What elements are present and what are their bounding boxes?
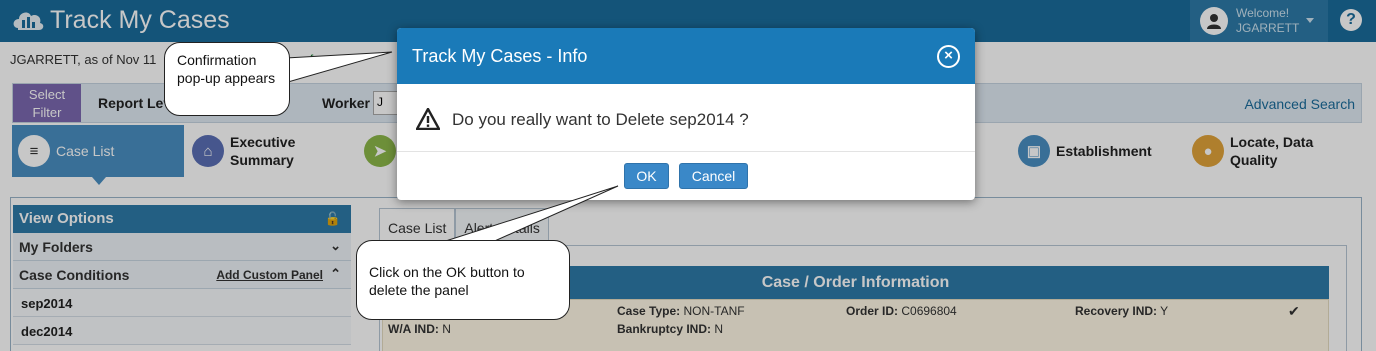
confirm-dialog: Track My Cases - Info × Do you really wa… bbox=[397, 28, 975, 200]
ok-button[interactable]: OK bbox=[624, 163, 669, 189]
help-icon[interactable]: ? bbox=[1340, 9, 1362, 31]
field-value: Y bbox=[1157, 304, 1169, 318]
list-item[interactable]: sep2014 bbox=[13, 289, 351, 317]
dialog-body: Do you really want to Delete sep2014 ? bbox=[397, 84, 975, 152]
cloud-chart-icon bbox=[13, 12, 44, 31]
field-value: NON-TANF bbox=[680, 304, 745, 318]
case-conditions-label: Case Conditions bbox=[19, 267, 130, 283]
app-title: Track My Cases bbox=[50, 5, 230, 34]
app-page: Track My Cases Welcome! JGARRETT ? JGARR… bbox=[0, 0, 1376, 351]
as-of-text: JGARRETT, as of Nov 11 bbox=[10, 52, 157, 67]
my-folders-label: My Folders bbox=[19, 239, 93, 255]
map-pin-icon: ● bbox=[1192, 135, 1224, 167]
report-level-label: Report Lev bbox=[98, 95, 172, 111]
wa-ind-field: W/A IND: N bbox=[388, 322, 451, 336]
dialog-message: Do you really want to Delete sep2014 ? bbox=[452, 110, 749, 129]
unlock-icon[interactable]: 🔓 bbox=[325, 211, 341, 227]
bankruptcy-ind-field: Bankruptcy IND: N bbox=[617, 322, 723, 336]
home-icon: ⌂ bbox=[192, 135, 224, 167]
user-menu[interactable]: Welcome! JGARRETT bbox=[1190, 0, 1328, 42]
nav-label: Case List bbox=[56, 143, 115, 159]
my-folders-row[interactable]: My Folders ⌄ bbox=[13, 233, 351, 261]
dialog-title: Track My Cases - Info bbox=[412, 46, 588, 66]
view-options-title: View Options bbox=[19, 210, 114, 227]
content-area: View Options 🔓 My Folders ⌄ Case Conditi… bbox=[10, 197, 1362, 351]
callout-confirmation: Confirmation pop-up appears bbox=[164, 42, 290, 116]
field-label: Order ID: bbox=[846, 304, 899, 318]
field-value: N bbox=[438, 322, 451, 336]
field-label: Case Type: bbox=[617, 304, 681, 318]
chevron-double-down-icon[interactable]: ⌄ bbox=[330, 238, 341, 254]
list-icon: ≡ bbox=[18, 135, 50, 167]
nav-label: Executive Summary bbox=[230, 134, 296, 168]
case-type-field: Case Type: NON-TANF bbox=[617, 304, 745, 318]
nav-label: Locate, Data Quality bbox=[1230, 134, 1314, 168]
add-custom-panel-link[interactable]: Add Custom Panel bbox=[216, 268, 323, 282]
nav-label: Establishment bbox=[1056, 143, 1152, 159]
nav-locate-data-quality[interactable]: ● Locate, Data Quality bbox=[1186, 125, 1362, 177]
app-logo[interactable]: Track My Cases bbox=[10, 4, 230, 36]
active-pointer bbox=[92, 177, 106, 185]
chevron-double-up-icon[interactable]: ⌃ bbox=[330, 266, 341, 282]
dialog-header: Track My Cases - Info × bbox=[397, 28, 975, 84]
checkmark-icon: ✔ bbox=[1288, 303, 1300, 319]
worker-label: Worker bbox=[322, 95, 370, 111]
nav-case-list[interactable]: ≡ Case List bbox=[12, 125, 184, 185]
nav-establishment[interactable]: ▣ Establishment bbox=[1012, 125, 1182, 177]
field-value: N bbox=[711, 322, 724, 336]
cancel-button[interactable]: Cancel bbox=[679, 163, 748, 189]
chevron-down-icon bbox=[1306, 18, 1314, 23]
view-options-header: View Options 🔓 bbox=[13, 205, 351, 233]
select-filter-button[interactable]: Select Filter bbox=[13, 84, 81, 122]
welcome-text: Welcome! bbox=[1236, 6, 1290, 20]
field-label: W/A IND: bbox=[388, 322, 439, 336]
user-greeting: Welcome! JGARRETT bbox=[1236, 6, 1299, 36]
recovery-ind-field: Recovery IND: Y bbox=[1075, 304, 1168, 318]
warning-icon bbox=[416, 108, 440, 130]
close-icon[interactable]: × bbox=[937, 45, 960, 68]
field-label: Recovery IND: bbox=[1075, 304, 1158, 318]
nav-executive-summary[interactable]: ⌂ Executive Summary bbox=[186, 125, 356, 177]
sidebar: View Options 🔓 My Folders ⌄ Case Conditi… bbox=[13, 205, 351, 345]
list-item[interactable]: dec2014 bbox=[13, 317, 351, 345]
briefcase-icon: ▣ bbox=[1018, 135, 1050, 167]
user-avatar-icon bbox=[1200, 7, 1228, 35]
username-text: JGARRETT bbox=[1236, 21, 1300, 35]
case-conditions-row: Case Conditions Add Custom Panel ⌃ bbox=[13, 261, 351, 289]
advanced-search-link[interactable]: Advanced Search bbox=[1244, 96, 1355, 112]
send-icon: ➤ bbox=[364, 135, 396, 167]
order-id-field: Order ID: C0696804 bbox=[846, 304, 957, 318]
callout-click-ok: Click on the OK button to delete the pan… bbox=[356, 240, 570, 320]
field-value: C0696804 bbox=[898, 304, 957, 318]
nav-item-3[interactable]: ➤ bbox=[358, 125, 398, 177]
field-label: Bankruptcy IND: bbox=[617, 322, 712, 336]
